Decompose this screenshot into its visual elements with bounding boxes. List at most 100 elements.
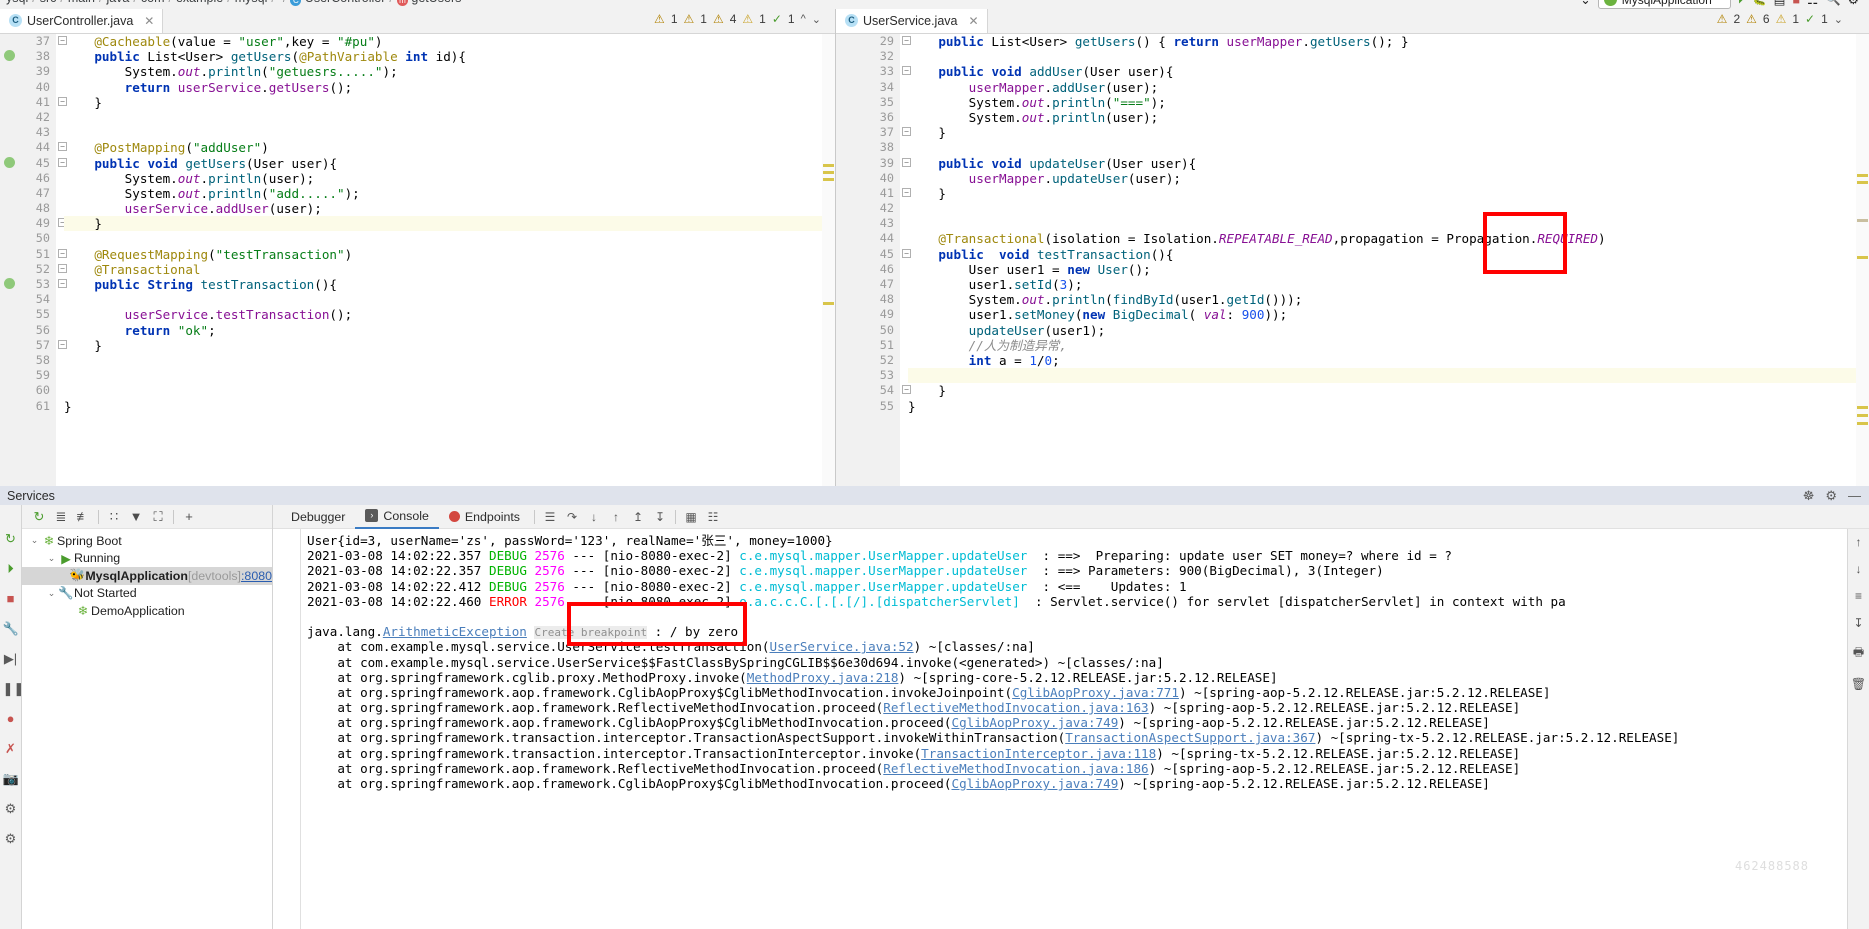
chevron-down-icon[interactable]: ⌄ bbox=[1580, 0, 1590, 7]
breadcrumb-9[interactable]: getUsers bbox=[411, 0, 461, 5]
add-icon[interactable]: + bbox=[178, 506, 200, 528]
search-icon[interactable]: 🔍 bbox=[1825, 0, 1841, 7]
filter-icon[interactable]: ▼ bbox=[125, 506, 147, 528]
down-icon[interactable]: ↓ bbox=[1856, 562, 1862, 576]
code-line[interactable] bbox=[64, 125, 835, 140]
code-line[interactable] bbox=[64, 110, 835, 125]
code-line[interactable]: userMapper.updateUser(user); bbox=[908, 171, 1869, 186]
line-number[interactable]: −57 bbox=[0, 338, 67, 353]
line-number[interactable]: −49 bbox=[0, 216, 67, 231]
line-number[interactable]: 49 bbox=[836, 307, 900, 322]
code-line[interactable] bbox=[64, 383, 835, 398]
add-tab-icon[interactable]: ⛶ bbox=[147, 506, 169, 528]
chevron-down-icon[interactable]: ⌄ bbox=[812, 13, 821, 26]
code-line[interactable]: System.out.println(user); bbox=[64, 171, 835, 186]
code-line[interactable] bbox=[908, 368, 1869, 384]
line-number[interactable]: −52 bbox=[0, 262, 67, 277]
console-output[interactable]: User{id=3, userName='zs', passWord='123'… bbox=[273, 529, 1847, 929]
run-configuration-selector[interactable]: MysqlApplication bbox=[1597, 0, 1731, 9]
scroll-end-icon[interactable]: ↧ bbox=[1853, 616, 1863, 630]
line-number[interactable]: 38 bbox=[836, 140, 900, 155]
code-line[interactable]: User user1 = new User(); bbox=[908, 262, 1869, 277]
code-line[interactable]: public List<User> getUsers() { return us… bbox=[908, 34, 1869, 49]
code-line[interactable]: userService.testTransaction(); bbox=[64, 307, 835, 322]
code-line[interactable]: public List<User> getUsers(@PathVariable… bbox=[64, 49, 835, 64]
line-number[interactable]: 40 bbox=[0, 80, 56, 95]
line-number-gutter-left[interactable]: −37 38 39 40−41 42 43−44−45 46 47 48−49 50−51−52−… bbox=[0, 34, 67, 486]
code-line[interactable]: public void testTransaction(){ bbox=[908, 247, 1869, 262]
photo-icon[interactable]: 📷 bbox=[3, 771, 19, 787]
code-line[interactable] bbox=[64, 353, 835, 368]
line-number[interactable]: 47 bbox=[836, 277, 900, 292]
code-line[interactable]: return "ok"; bbox=[64, 323, 835, 338]
code-line[interactable]: @PostMapping("addUser") bbox=[64, 140, 835, 155]
line-number[interactable]: −37 bbox=[836, 125, 911, 140]
expand-all-icon[interactable]: ≣ bbox=[50, 506, 72, 528]
soft-wrap-icon[interactable]: ≡ bbox=[1855, 589, 1862, 603]
line-number[interactable]: 47 bbox=[0, 186, 56, 201]
port-link[interactable]: :8080 bbox=[241, 569, 272, 583]
line-number[interactable]: 43 bbox=[0, 125, 56, 140]
code-line[interactable]: @Transactional(isolation = Isolation.REP… bbox=[908, 231, 1869, 246]
code-line[interactable]: @Transactional bbox=[64, 262, 835, 277]
line-number[interactable]: −39 bbox=[836, 156, 911, 171]
tree-item-running[interactable]: ⌄ ▶ Running bbox=[22, 550, 272, 568]
group-icon[interactable]: ∷ bbox=[103, 506, 125, 528]
code-line[interactable]: System.out.println(findById(user1.getId(… bbox=[908, 292, 1869, 307]
line-number[interactable]: 60 bbox=[0, 383, 56, 398]
rerun-icon[interactable]: ↻ bbox=[28, 506, 50, 528]
collapse-all-icon[interactable]: ≢ bbox=[72, 506, 94, 528]
collapse-icon[interactable]: — bbox=[1848, 488, 1861, 504]
tab-endpoints[interactable]: Endpoints bbox=[439, 505, 530, 529]
breadcrumb-1[interactable]: src bbox=[40, 0, 57, 5]
breadcrumb-5[interactable]: example bbox=[176, 0, 223, 5]
code-line[interactable]: userService.addUser(user); bbox=[64, 201, 835, 216]
code-lines-left[interactable]: @Cacheable(value = "user",key = "#pu") p… bbox=[56, 34, 835, 486]
stop-icon[interactable]: ■ bbox=[1792, 0, 1800, 7]
code-line[interactable] bbox=[908, 49, 1869, 64]
list-icon[interactable]: ☷ bbox=[702, 506, 724, 528]
line-number[interactable]: 39 bbox=[0, 64, 56, 79]
code-line[interactable]: //人为制造异常, bbox=[908, 338, 1869, 353]
line-number[interactable]: 40 bbox=[836, 171, 900, 186]
code-line[interactable]: } bbox=[64, 95, 835, 110]
line-number-gutter-right[interactable]: −29 32−33 34 35 36−37 38−39 40−41 42 43 44−45 46 47… bbox=[836, 34, 911, 486]
stop-icon[interactable]: ■ bbox=[3, 591, 19, 607]
code-line[interactable]: } bbox=[908, 186, 1869, 201]
rerun-green-icon[interactable]: ⏵ bbox=[3, 561, 19, 577]
code-line[interactable]: userMapper.addUser(user); bbox=[908, 80, 1869, 95]
line-number[interactable]: 46 bbox=[836, 262, 900, 277]
tree-expander-icon[interactable]: ⌄ bbox=[28, 535, 41, 546]
code-editor-left[interactable]: −37 38 39 40−41 42 43−44−45 46 47 48−49 50−51−52−… bbox=[0, 34, 835, 486]
tree-expander-icon[interactable]: ⌄ bbox=[45, 553, 58, 564]
soft-wrap-icon[interactable]: ↷ bbox=[561, 506, 583, 528]
tree-expander-icon[interactable]: ⌄ bbox=[45, 588, 58, 599]
breadcrumb-4[interactable]: com bbox=[141, 0, 165, 5]
line-number[interactable]: 32 bbox=[836, 49, 900, 64]
layout-icon[interactable]: ☰ bbox=[539, 506, 561, 528]
tree-item-demoapplication[interactable]: ❄ DemoApplication bbox=[22, 602, 272, 620]
tree-item-spring-boot[interactable]: ⌄ ❄ Spring Boot bbox=[22, 532, 272, 550]
line-number[interactable]: −53 bbox=[0, 277, 67, 292]
up-icon[interactable]: ↥ bbox=[627, 506, 649, 528]
line-number[interactable]: 42 bbox=[0, 110, 56, 125]
run-icon[interactable]: ⏵ bbox=[1738, 0, 1744, 7]
scroll-up-icon[interactable]: ↑ bbox=[605, 506, 627, 528]
breadcrumb-6[interactable]: mysql bbox=[235, 0, 268, 5]
code-line[interactable]: public String testTransaction(){ bbox=[64, 277, 835, 292]
code-line[interactable] bbox=[908, 140, 1869, 155]
code-line[interactable] bbox=[64, 368, 835, 383]
marker-strip-left[interactable] bbox=[822, 34, 835, 486]
breadcrumb-2[interactable]: main bbox=[68, 0, 95, 5]
line-number[interactable]: −45 bbox=[836, 247, 911, 262]
code-line[interactable]: System.out.println(user); bbox=[908, 110, 1869, 125]
code-line[interactable] bbox=[64, 292, 835, 307]
code-line[interactable]: return userService.getUsers(); bbox=[64, 80, 835, 95]
code-line[interactable]: public void getUsers(User user){ bbox=[64, 156, 835, 171]
line-number[interactable]: −37 bbox=[0, 34, 67, 49]
line-number[interactable]: 54 bbox=[0, 292, 56, 307]
line-number[interactable]: 52 bbox=[836, 353, 900, 368]
line-number[interactable]: 48 bbox=[0, 201, 56, 216]
chevron-down-icon[interactable]: ⌄ bbox=[1834, 13, 1843, 26]
tab-userservice[interactable]: C UserService.java ✕ bbox=[836, 9, 988, 33]
